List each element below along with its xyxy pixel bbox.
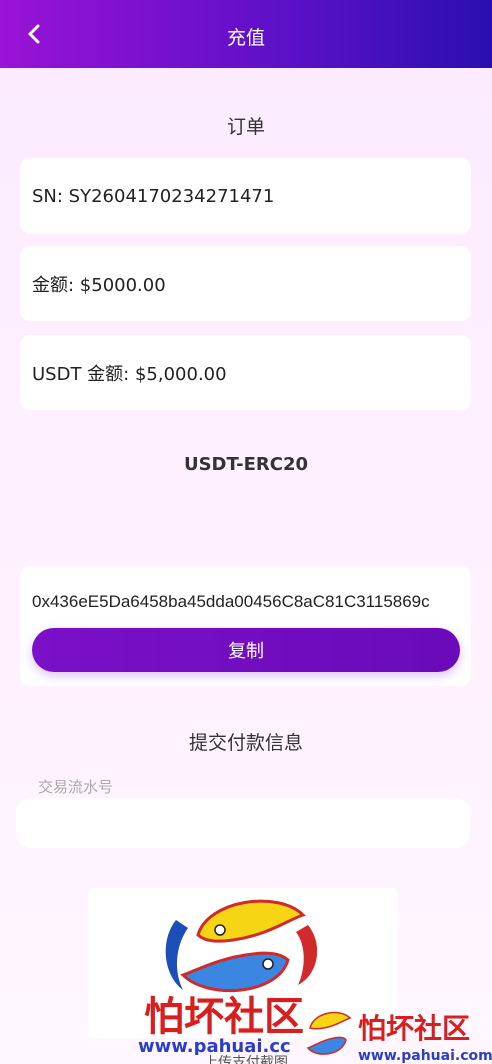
chevron-left-icon: [28, 24, 40, 44]
app-header: 充值: [0, 0, 492, 68]
usdt-amount-card: USDT 金额: $5,000.00: [20, 335, 471, 410]
watermark-small-text: 怕坏社区: [358, 1012, 470, 1045]
order-sn-card: SN: SY2604170234271471: [20, 158, 471, 234]
watermark-small: 怕坏社区 www.pahuai.com: [306, 1011, 492, 1064]
watermark-small-url: www.pahuai.com: [358, 1048, 492, 1064]
order-sn-text: SN: SY2604170234271471: [32, 185, 275, 207]
wallet-address-card: 0x436eE5Da6458ba45dda00456C8aC81C3115869…: [20, 566, 471, 686]
tx-number-label: 交易流水号: [38, 778, 114, 796]
fish-logo-small-icon: [306, 1011, 352, 1055]
tx-number-input[interactable]: [16, 798, 470, 848]
watermark-url: www.pahuai.cc: [138, 1036, 291, 1055]
watermark-text: 怕坏社区: [144, 994, 304, 1040]
page-title: 充值: [226, 26, 265, 49]
usdt-amount-text: USDT 金额: $5,000.00: [32, 363, 227, 385]
fish-logo-icon: [165, 899, 318, 993]
back-button[interactable]: [22, 20, 46, 48]
submit-section-title: 提交付款信息: [188, 732, 303, 754]
order-amount-card: 金额: $5000.00: [20, 246, 471, 321]
wallet-address-text[interactable]: 0x436eE5Da6458ba45dda00456C8aC81C3115869…: [32, 592, 430, 612]
copy-button[interactable]: 复制: [32, 628, 460, 672]
order-section-title: 订单: [226, 116, 265, 138]
order-amount-text: 金额: $5000.00: [32, 274, 166, 296]
network-label: USDT-ERC20: [183, 454, 309, 475]
